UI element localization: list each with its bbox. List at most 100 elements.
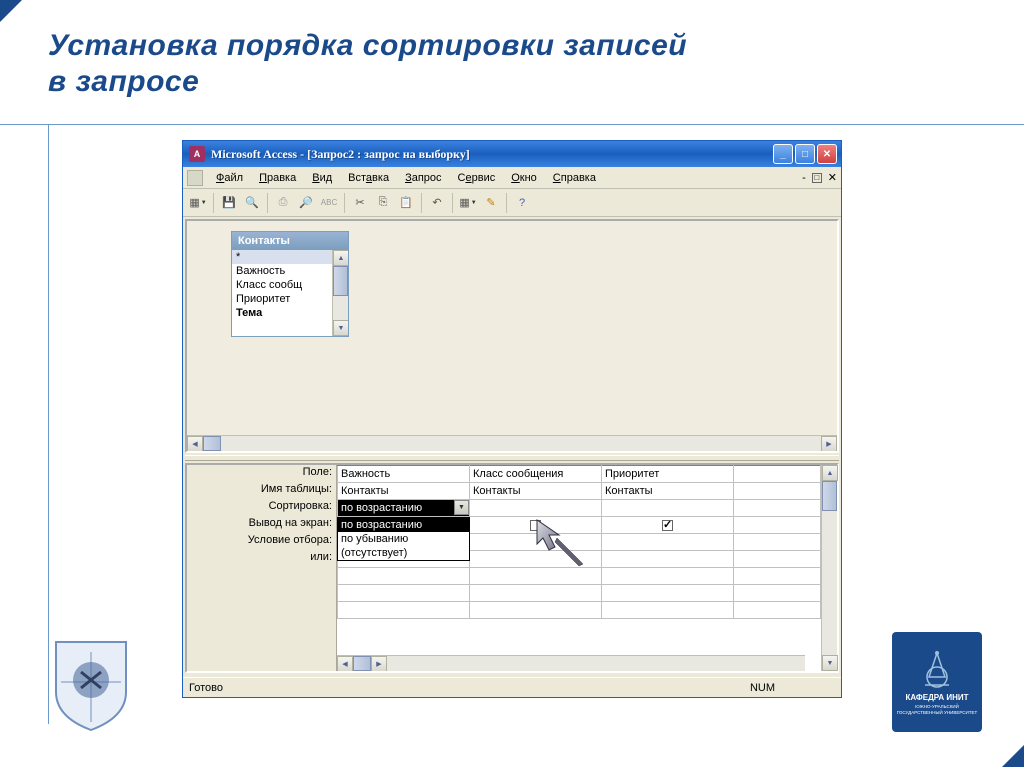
- scroll-left-icon[interactable]: ◀: [187, 436, 203, 452]
- scroll-down-icon[interactable]: ▼: [333, 320, 348, 336]
- help-button[interactable]: ?: [511, 192, 533, 214]
- sort-option[interactable]: (отсутствует): [338, 546, 469, 560]
- grid-cell-table[interactable]: Контакты: [338, 483, 470, 500]
- menu-query[interactable]: Запрос: [398, 170, 448, 186]
- access-window: A Microsoft Access - [Запрос2 : запрос н…: [182, 140, 842, 698]
- grid-row-labels: Поле: Имя таблицы: Сортировка: Вывод на …: [187, 465, 337, 671]
- save-button[interactable]: 💾: [218, 192, 240, 214]
- toolbar: ▦▼ 💾 🔍 ⎙ 🔎 ABC ✂ ⎘ 📋 ↶ ▦▼ ✎ ?: [183, 189, 841, 217]
- table-panel[interactable]: Контакты * Важность Класс сообщ Приорите…: [231, 231, 349, 337]
- menu-insert[interactable]: Вставка: [341, 170, 396, 186]
- corner-decoration-tl: [0, 0, 22, 22]
- logo-right-sub: ЮЖНО-УРАЛЬСКИЙ ГОСУДАРСТВЕННЫЙ УНИВЕРСИТ…: [896, 704, 978, 715]
- grid-cell-empty[interactable]: [734, 483, 821, 500]
- field-scrollbar[interactable]: ▲ ▼: [332, 250, 348, 336]
- checkbox-checked-icon[interactable]: [662, 520, 673, 531]
- query-design-upper[interactable]: Контакты * Важность Класс сообщ Приорите…: [185, 219, 839, 453]
- pane-divider[interactable]: [185, 455, 839, 461]
- window-title: Microsoft Access - [Запрос2 : запрос на …: [211, 147, 773, 162]
- menu-app-icon[interactable]: [187, 170, 203, 186]
- paste-button[interactable]: 📋: [395, 192, 417, 214]
- grid-cell-table[interactable]: Контакты: [470, 483, 602, 500]
- workspace-hscroll[interactable]: ◀ ▶: [187, 435, 837, 451]
- table-field-list[interactable]: * Важность Класс сообщ Приоритет Тема ▲ …: [232, 250, 348, 336]
- grid-cell-empty[interactable]: [734, 517, 821, 534]
- grid-cell-sort[interactable]: [470, 500, 602, 517]
- label-field: Поле:: [187, 465, 336, 482]
- scroll-up-icon[interactable]: ▲: [333, 250, 348, 266]
- sort-option[interactable]: по убыванию: [338, 532, 469, 546]
- doc-minimize-icon[interactable]: -: [802, 172, 806, 184]
- run-button[interactable]: ✎: [480, 192, 502, 214]
- corner-decoration-br: [1002, 745, 1024, 767]
- field-item[interactable]: Тема: [232, 306, 348, 320]
- grid-cell-field[interactable]: Приоритет: [602, 466, 734, 483]
- logo-right: КАФЕДРА ИНИТ ЮЖНО-УРАЛЬСКИЙ ГОСУДАРСТВЕН…: [892, 632, 982, 732]
- menu-help[interactable]: Справка: [546, 170, 603, 186]
- table-panel-title[interactable]: Контакты: [232, 232, 348, 250]
- menu-service[interactable]: Сервис: [451, 170, 503, 186]
- label-or: или:: [187, 550, 336, 567]
- preview-button[interactable]: 🔎: [295, 192, 317, 214]
- checkbox-icon[interactable]: [530, 520, 541, 531]
- field-item[interactable]: Приоритет: [232, 292, 348, 306]
- field-item[interactable]: Класс сообщ: [232, 278, 348, 292]
- spell-button[interactable]: ABC: [318, 192, 340, 214]
- sort-option[interactable]: по возрастанию: [338, 518, 469, 532]
- grid-hscroll[interactable]: ◀ ▶: [337, 655, 805, 671]
- menu-file[interactable]: Файл: [209, 170, 250, 186]
- grid-cell-field[interactable]: Важность: [338, 466, 470, 483]
- scroll-left-icon[interactable]: ◀: [337, 656, 353, 671]
- label-show: Вывод на экран:: [187, 516, 336, 533]
- minimize-button[interactable]: _: [773, 144, 793, 164]
- menu-view[interactable]: Вид: [305, 170, 339, 186]
- title-underline: [0, 124, 1024, 125]
- view-button[interactable]: ▦▼: [187, 192, 209, 214]
- grid-cell-empty[interactable]: [734, 500, 821, 517]
- grid-cell-sort-active[interactable]: по возрастанию ▼ по возрастанию по убыва…: [338, 500, 470, 517]
- scroll-down-icon[interactable]: ▼: [822, 655, 838, 671]
- slide-title: Установка порядка сортировки записей в з…: [48, 28, 687, 100]
- access-app-icon: A: [189, 146, 205, 162]
- titlebar[interactable]: A Microsoft Access - [Запрос2 : запрос н…: [183, 141, 841, 167]
- cut-button[interactable]: ✂: [349, 192, 371, 214]
- query-design-grid: Поле: Имя таблицы: Сортировка: Вывод на …: [185, 463, 839, 673]
- status-num: NUM: [750, 682, 775, 694]
- grid-cell-show[interactable]: [470, 517, 602, 534]
- close-button[interactable]: ✕: [817, 144, 837, 164]
- copy-button[interactable]: ⎘: [372, 192, 394, 214]
- grid-cell-field[interactable]: Класс сообщения: [470, 466, 602, 483]
- doc-close-icon[interactable]: ✕: [828, 171, 837, 184]
- statusbar: Готово NUM: [183, 677, 841, 697]
- search-button[interactable]: 🔍: [241, 192, 263, 214]
- print-button[interactable]: ⎙: [272, 192, 294, 214]
- grid-columns[interactable]: Важность Класс сообщения Приоритет Конта…: [337, 465, 821, 671]
- scroll-right-icon[interactable]: ▶: [821, 436, 837, 452]
- dropdown-arrow-icon[interactable]: ▼: [454, 500, 469, 515]
- grid-cell-table[interactable]: Контакты: [602, 483, 734, 500]
- doc-restore-icon[interactable]: □: [812, 173, 822, 183]
- label-table: Имя таблицы:: [187, 482, 336, 499]
- logo-left: [46, 632, 136, 732]
- field-item[interactable]: Важность: [232, 264, 348, 278]
- menu-window[interactable]: Окно: [504, 170, 544, 186]
- maximize-button[interactable]: □: [795, 144, 815, 164]
- menubar: Файл Правка Вид Вставка Запрос Сервис Ок…: [183, 167, 841, 189]
- label-criteria: Условие отбора:: [187, 533, 336, 550]
- grid-cell-show[interactable]: [602, 517, 734, 534]
- logo-right-label: КАФЕДРА ИНИТ: [905, 693, 968, 702]
- scroll-right-icon[interactable]: ▶: [371, 656, 387, 671]
- menu-edit[interactable]: Правка: [252, 170, 303, 186]
- grid-cell-empty[interactable]: [734, 466, 821, 483]
- status-text: Готово: [189, 682, 750, 694]
- undo-button[interactable]: ↶: [426, 192, 448, 214]
- field-item[interactable]: *: [232, 250, 348, 264]
- title-line2: в запросе: [48, 65, 199, 98]
- title-line1: Установка порядка сортировки записей: [48, 29, 687, 62]
- query-type-button[interactable]: ▦▼: [457, 192, 479, 214]
- scroll-up-icon[interactable]: ▲: [822, 465, 838, 481]
- grid-cell-sort[interactable]: [602, 500, 734, 517]
- sort-dropdown-menu[interactable]: по возрастанию по убыванию (отсутствует): [337, 517, 470, 561]
- grid-vscroll[interactable]: ▲ ▼: [821, 465, 837, 671]
- label-sort: Сортировка:: [187, 499, 336, 516]
